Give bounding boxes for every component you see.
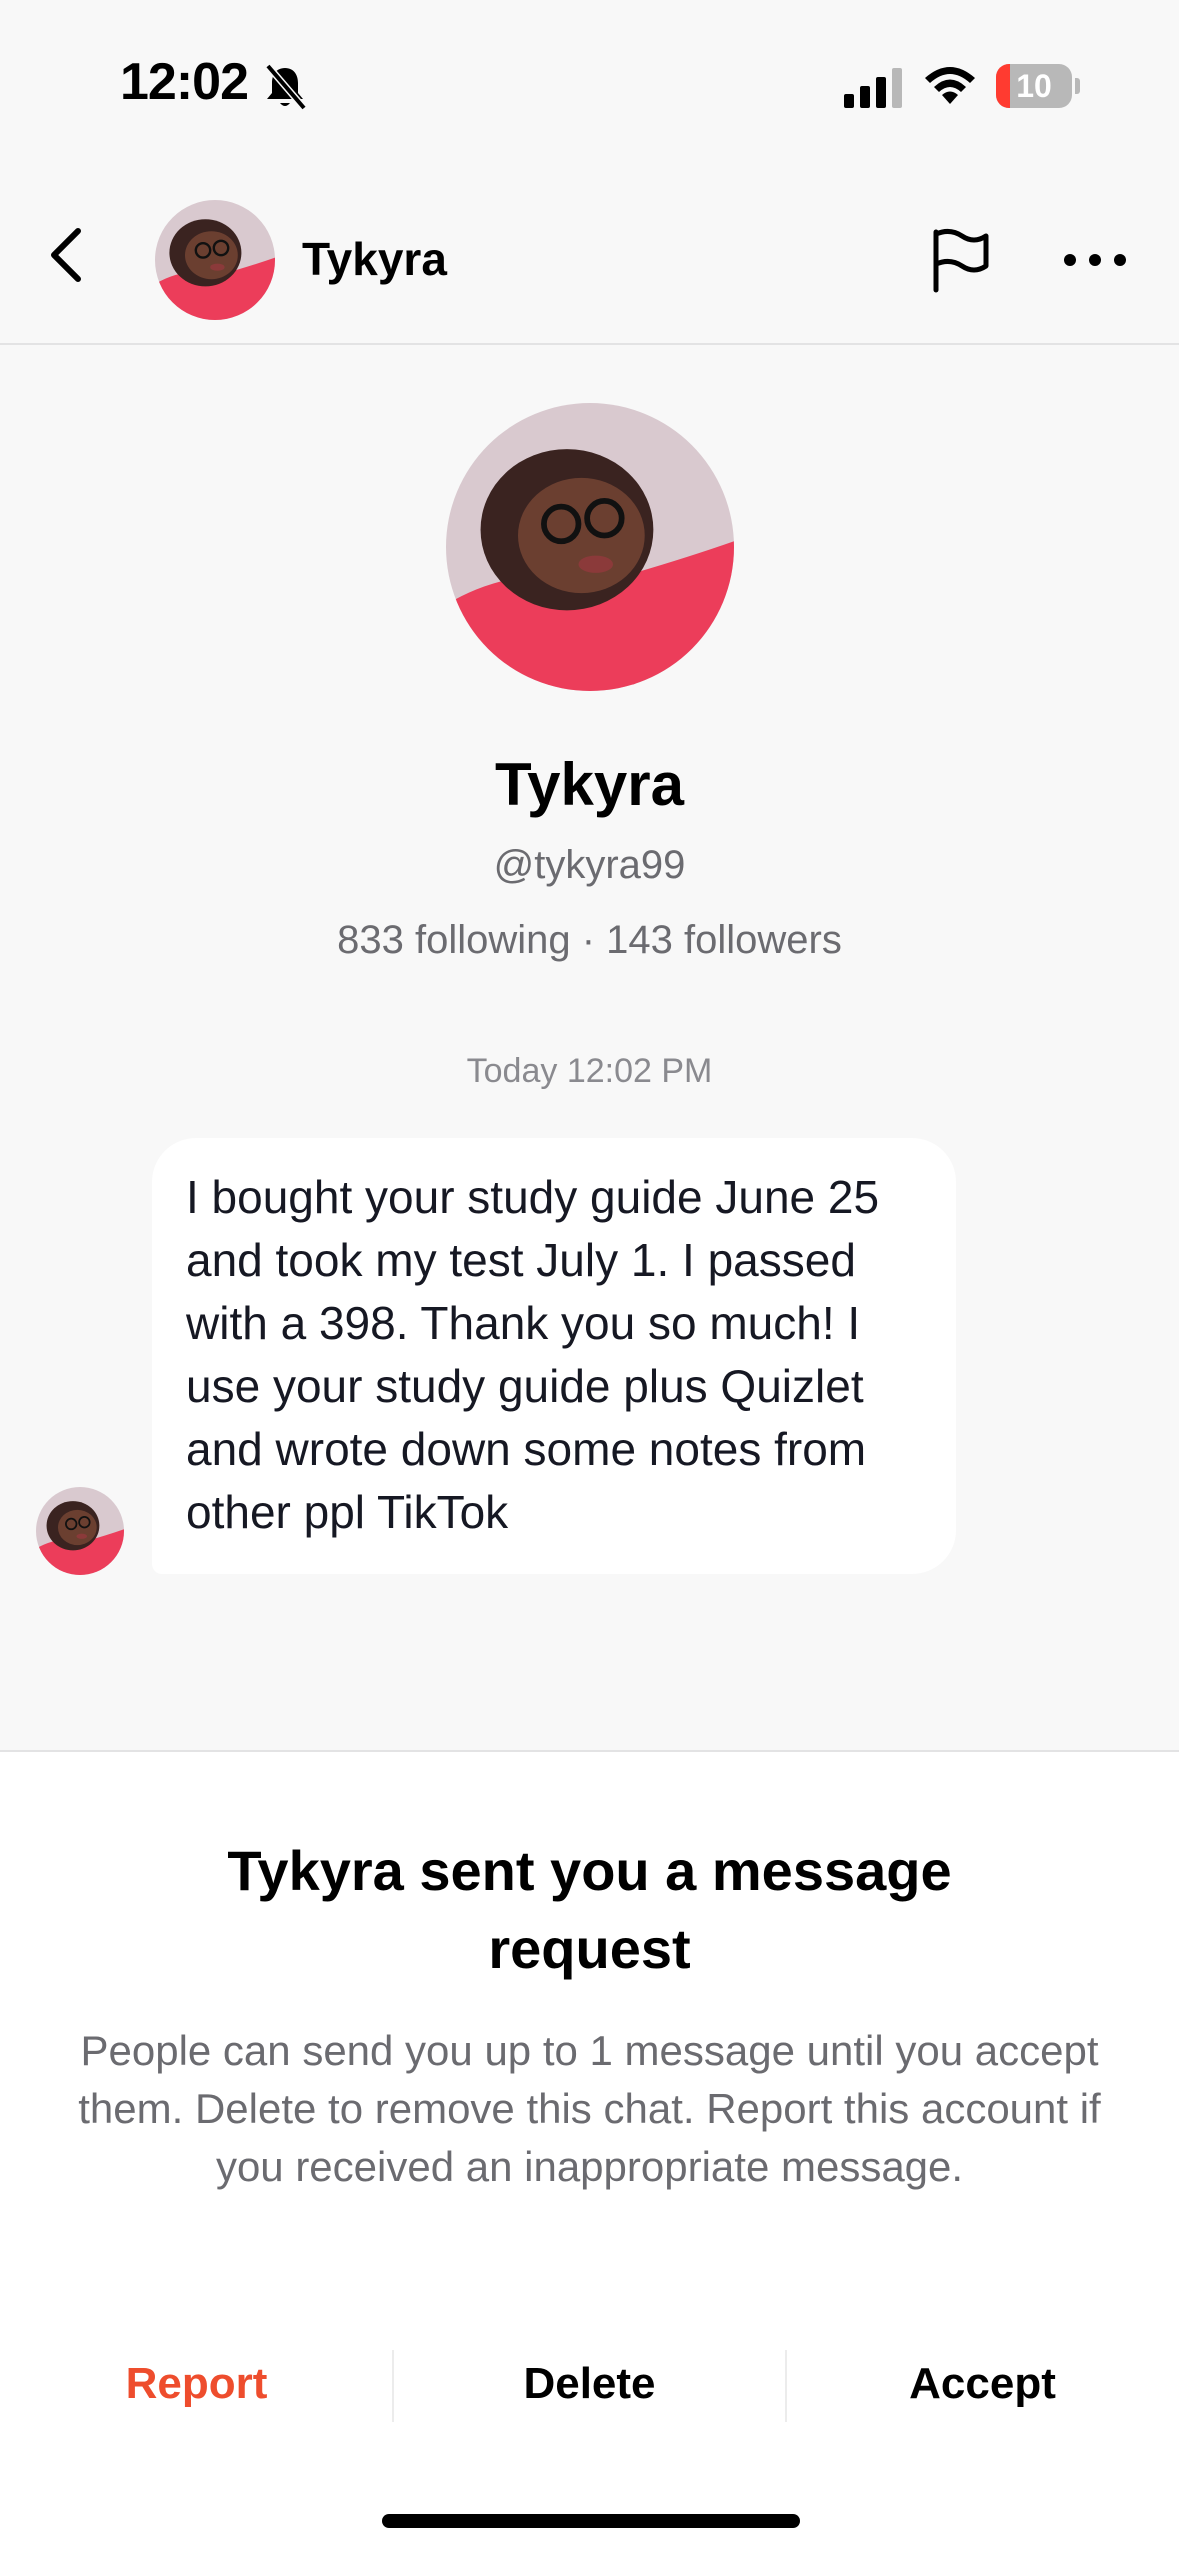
request-title: Tykyra sent you a message request <box>227 1839 952 1980</box>
signal-icon <box>844 68 902 108</box>
back-icon[interactable] <box>44 225 88 285</box>
profile-handle: @tykyra99 <box>493 843 686 887</box>
message-request-sheet: Tykyra sent you a message request People… <box>0 1750 1179 2556</box>
message-text: I bought your study guide June 25 and to… <box>186 1171 880 1538</box>
header-name[interactable]: Tykyra <box>302 232 447 286</box>
battery-level: 10 <box>1016 68 1052 104</box>
profile-name: Tykyra <box>494 751 685 818</box>
profile-stats: 833 following · 143 followers <box>337 918 842 962</box>
accept-button[interactable]: Accept <box>786 2344 1179 2424</box>
flag-icon[interactable] <box>928 226 992 294</box>
home-indicator[interactable] <box>382 2514 800 2528</box>
profile-avatar[interactable] <box>446 403 734 691</box>
header-avatar[interactable] <box>155 200 275 320</box>
wifi-icon <box>925 67 975 104</box>
battery-icon: 10 <box>996 64 1080 108</box>
request-description: People can send you up to 1 message unti… <box>78 2027 1101 2190</box>
report-button[interactable]: Report <box>0 2344 393 2424</box>
bell-slash-icon <box>265 63 307 111</box>
request-actions: Report Delete Accept <box>0 2344 1179 2424</box>
status-bar: 12:02 10 <box>0 0 1179 150</box>
chat-header: Tykyra <box>0 150 1179 345</box>
message-bubble[interactable]: I bought your study guide June 25 and to… <box>152 1138 956 1574</box>
more-icon[interactable] <box>1060 248 1130 272</box>
delete-button[interactable]: Delete <box>393 2344 786 2424</box>
message-timestamp: Today 12:02 PM <box>466 1052 713 1090</box>
status-time: 12:02 <box>120 53 249 111</box>
message-avatar[interactable] <box>36 1487 124 1575</box>
